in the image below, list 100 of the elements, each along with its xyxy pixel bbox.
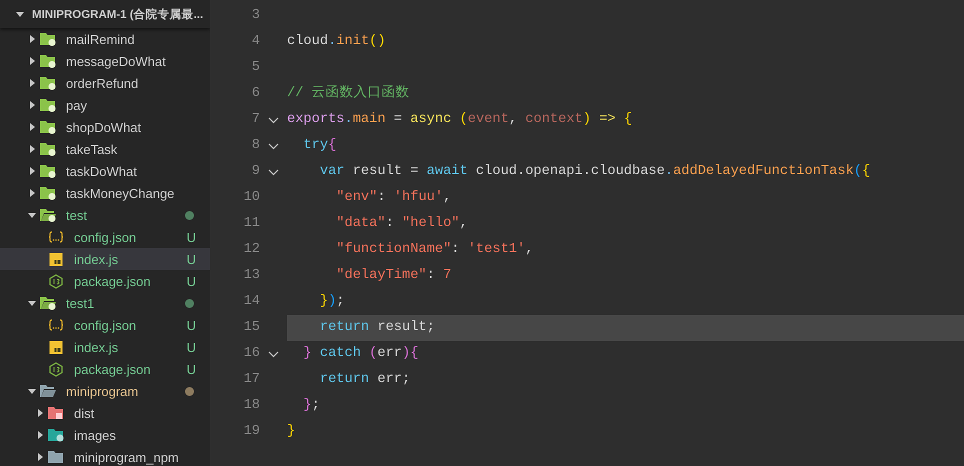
git-status-dot [185, 298, 194, 308]
code-line: "env": 'hfuu', [335, 190, 452, 205]
line-number: 11 [242, 215, 260, 233]
file-tree-item[interactable]: config.json U [0, 314, 210, 336]
line-number: 5 [250, 59, 260, 77]
folder-icon [40, 186, 56, 200]
line-number: 9 [250, 163, 260, 181]
file-name: index.js [74, 340, 120, 354]
file-tree-item[interactable]: shopDoWhat [0, 116, 210, 138]
code-line: "functionName": 'test1', [335, 242, 534, 257]
folder-icon [40, 98, 56, 112]
code-line: cloud.init() [287, 34, 386, 49]
collapsed-caret-icon[interactable] [28, 101, 36, 109]
code-line: "delayTime": 7 [335, 268, 452, 283]
line-number: 7 [250, 111, 260, 129]
collapsed-caret-icon[interactable] [36, 453, 44, 461]
code-line: }); [318, 294, 345, 309]
folder-name: takeTask [66, 142, 118, 156]
file-tree-item[interactable]: images [0, 424, 210, 446]
folder-name: dist [74, 406, 96, 420]
file-tree-item[interactable]: package.json U [0, 358, 210, 380]
folder-icon [40, 120, 56, 134]
collapsed-caret-icon[interactable] [36, 409, 44, 417]
file-tree-item[interactable]: takeTask [0, 138, 210, 160]
file-tree-item[interactable]: miniprogram [0, 380, 210, 402]
file-tree-item[interactable]: miniprogram_npm [0, 446, 210, 466]
line-number: 4 [250, 33, 260, 51]
folder-icon [40, 54, 56, 68]
collapsed-caret-icon[interactable] [28, 35, 36, 43]
folder-name: miniprogram [66, 384, 140, 398]
folder-icon [48, 406, 64, 420]
line-number: 14 [242, 293, 260, 311]
file-tree-item[interactable]: messageDoWhat [0, 50, 210, 72]
line-number: 3 [250, 7, 260, 25]
collapsed-caret-icon[interactable] [28, 167, 36, 175]
line-number: 6 [250, 85, 260, 103]
code-line: } [287, 424, 296, 439]
git-status-dot [185, 386, 194, 396]
folder-name: miniprogram_npm [74, 450, 180, 464]
expanded-caret-icon[interactable] [28, 299, 36, 307]
fold-chevron-icon[interactable] [268, 168, 279, 176]
line-number: 15 [242, 319, 260, 337]
fold-chevron-icon[interactable] [268, 350, 279, 358]
git-status-letter: U [186, 340, 196, 354]
code-line: } catch (err){ [302, 346, 418, 361]
explorer-section-header[interactable]: MINIPROGRAM-1 (合院专属最... [0, 0, 210, 28]
open-folder-icon [40, 384, 56, 398]
collapsed-caret-icon[interactable] [28, 145, 36, 153]
folder-name: taskMoneyChange [66, 186, 176, 200]
file-tree-item[interactable]: taskDoWhat [0, 160, 210, 182]
collapsed-caret-icon[interactable] [36, 431, 44, 439]
line-number: 17 [242, 371, 260, 389]
fold-chevron-icon[interactable] [268, 142, 279, 150]
file-tree-item[interactable]: config.json U [0, 226, 210, 248]
collapsed-caret-icon[interactable] [28, 123, 36, 131]
hexagon-icon [48, 274, 64, 288]
file-tree-item[interactable]: test1 [0, 292, 210, 314]
fold-chevron-icon[interactable] [268, 116, 279, 124]
folder-icon [40, 76, 56, 90]
expanded-caret-icon[interactable] [28, 211, 36, 219]
file-name: package.json [74, 362, 152, 376]
line-number: 8 [250, 137, 260, 155]
folder-name: test1 [66, 296, 96, 310]
folder-name: messageDoWhat [66, 54, 167, 68]
file-tree-item[interactable]: orderRefund [0, 72, 210, 94]
line-number: 10 [242, 189, 260, 207]
project-title: MINIPROGRAM-1 (合院专属最... [32, 7, 204, 22]
file-name: config.json [74, 318, 138, 332]
file-tree-item[interactable]: test [0, 204, 210, 226]
file-tree-item[interactable]: package.json U [0, 270, 210, 292]
collapsed-caret-icon[interactable] [28, 79, 36, 87]
open-folder-icon [40, 208, 56, 222]
git-status-letter: U [186, 362, 196, 376]
code-line: }; [302, 398, 320, 413]
git-status-letter: U [186, 318, 196, 332]
git-status-letter: U [186, 252, 196, 266]
line-number: 18 [242, 397, 260, 415]
folder-name: pay [66, 98, 88, 112]
line-number: 19 [242, 423, 260, 441]
file-tree-item[interactable]: dist [0, 402, 210, 424]
file-tree-item[interactable]: index.js U [0, 336, 210, 358]
file-tree-item[interactable]: mailRemind [0, 28, 210, 50]
expanded-caret-icon[interactable] [28, 387, 36, 395]
folder-icon [40, 32, 56, 46]
folder-icon [48, 450, 64, 464]
file-tree-item[interactable]: pay [0, 94, 210, 116]
line-number: 13 [242, 267, 260, 285]
file-tree-item[interactable]: index.js U [0, 248, 210, 270]
collapsed-caret-icon[interactable] [28, 189, 36, 197]
folder-icon [48, 428, 64, 442]
collapsed-caret-icon[interactable] [28, 57, 36, 65]
folder-icon [40, 164, 56, 178]
file-tree-item[interactable]: taskMoneyChange [0, 182, 210, 204]
folder-name: taskDoWhat [66, 164, 138, 178]
file-name: index.js [74, 252, 120, 266]
code-line: exports.main = async (event, context) => { [287, 112, 632, 127]
open-folder-icon [40, 296, 56, 310]
git-status-dot [185, 210, 194, 220]
expanded-caret-icon[interactable] [16, 10, 24, 18]
file-name: config.json [74, 230, 138, 244]
